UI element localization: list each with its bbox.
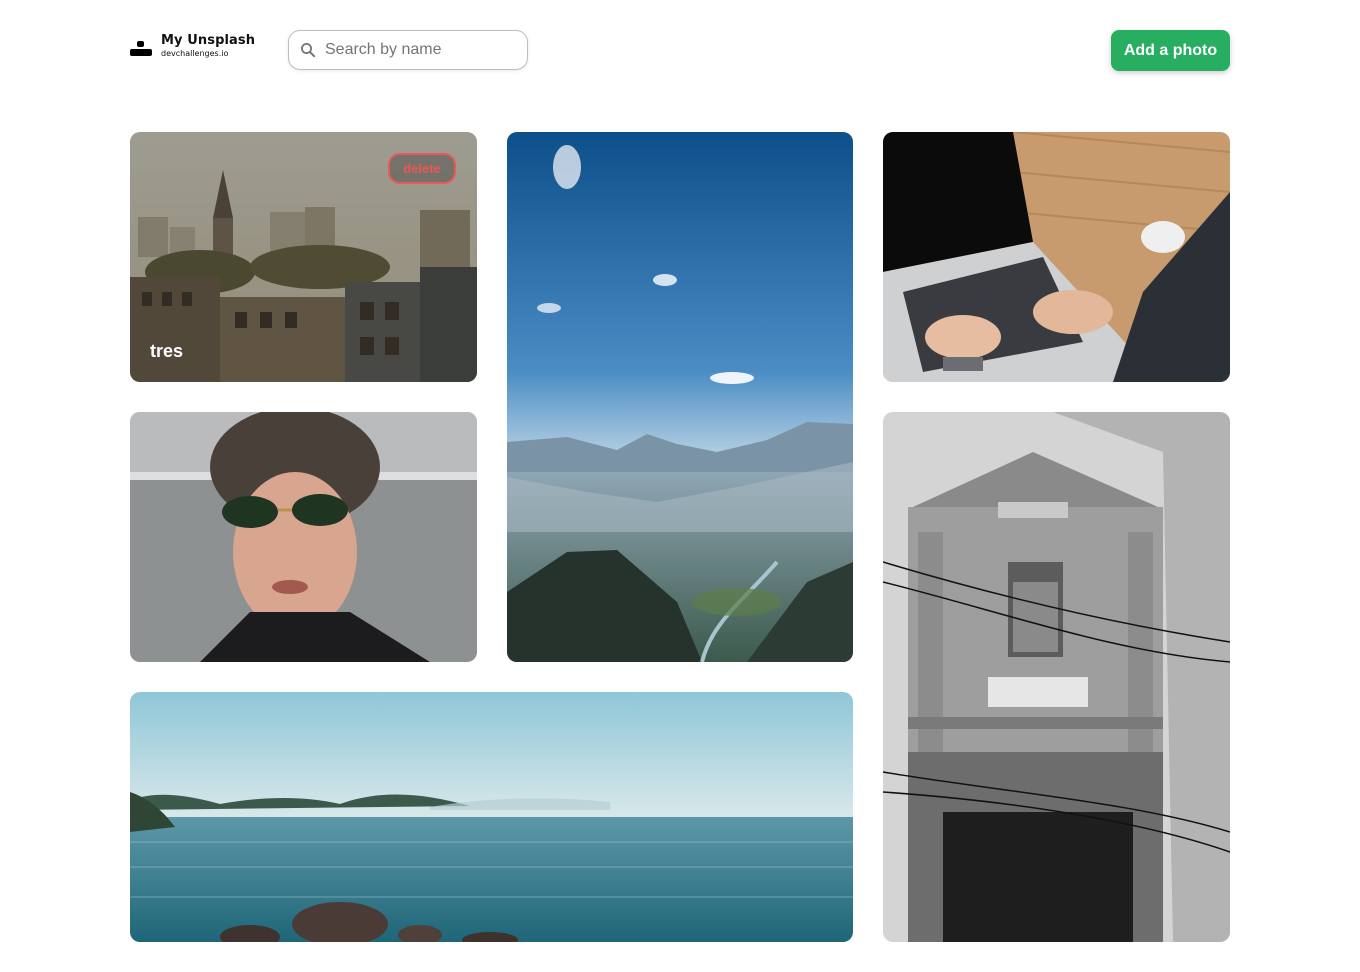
photo-card[interactable] bbox=[883, 412, 1230, 942]
logo-subtitle: devchallenges.io bbox=[161, 49, 229, 58]
search-icon bbox=[300, 42, 316, 58]
photo-card[interactable] bbox=[507, 132, 853, 662]
photo-laptop bbox=[883, 132, 1230, 382]
photo-man bbox=[130, 412, 477, 662]
photo-label: tres bbox=[150, 341, 184, 361]
photo-card[interactable] bbox=[883, 132, 1230, 382]
app-logo[interactable]: My Unsplash devchallenges.io bbox=[130, 34, 255, 58]
search-box[interactable] bbox=[288, 30, 528, 70]
logo-icon bbox=[130, 36, 152, 56]
logo-title: My Unsplash bbox=[161, 33, 256, 48]
search-input[interactable] bbox=[325, 41, 515, 59]
photo-card[interactable] bbox=[130, 692, 853, 942]
photo-building bbox=[883, 412, 1230, 942]
photo-mountains bbox=[507, 132, 853, 662]
photo-sea bbox=[130, 692, 853, 942]
add-photo-button[interactable]: Add a photo bbox=[1111, 30, 1230, 71]
delete-button[interactable]: delete bbox=[388, 153, 456, 184]
photo-card[interactable]: delete tres bbox=[130, 132, 477, 382]
photo-card[interactable] bbox=[130, 412, 477, 662]
